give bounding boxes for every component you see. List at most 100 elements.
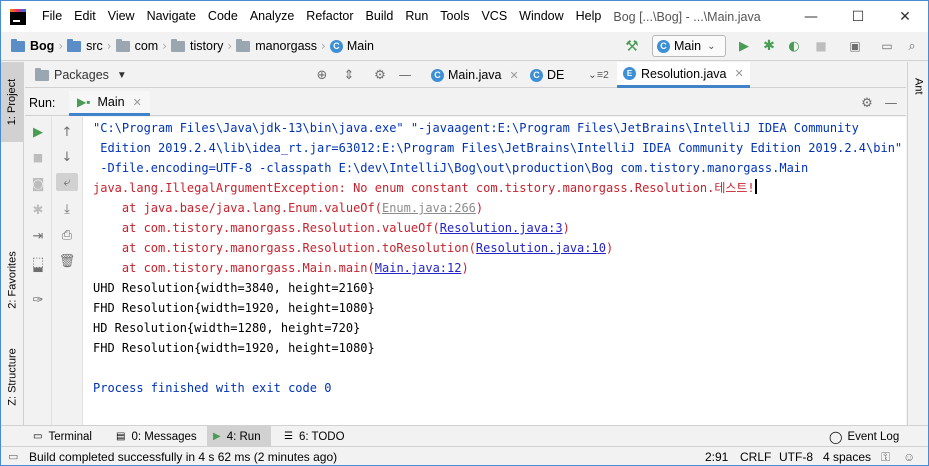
breadcrumb-bog[interactable]: Bog	[11, 38, 54, 53]
caret-position[interactable]: 2:91	[705, 447, 728, 465]
console-line: FHD Resolution{width=1920, height=1080}	[93, 301, 375, 315]
menu-tools[interactable]: Tools	[434, 1, 475, 32]
event-log-tab[interactable]: ◯ Event Log	[823, 426, 905, 447]
class-icon: C	[431, 68, 444, 82]
menu-window[interactable]: Window	[513, 1, 569, 32]
line-separator[interactable]: CRLF	[740, 447, 771, 465]
presentation-icon[interactable]: ▭	[879, 38, 895, 54]
pin-tab-icon[interactable]: ✑	[29, 291, 47, 309]
status-message[interactable]: Build completed successfully in 4 s 62 m…	[29, 447, 337, 465]
menu-bar: File Edit View Navigate Code Analyze Ref…	[1, 1, 928, 32]
build-hammer-icon[interactable]: ⚒	[624, 37, 640, 55]
menu-refactor[interactable]: Refactor	[300, 1, 359, 32]
search-everywhere-icon[interactable]: ⌕	[904, 38, 920, 54]
favorites-tool-tab[interactable]: 2: Favorites	[1, 234, 24, 326]
stack-trace-link[interactable]: Resolution.java:3	[440, 221, 563, 235]
down-arrow-icon[interactable]: ↓	[58, 148, 76, 166]
menu-help[interactable]: Help	[570, 1, 608, 32]
run-toolbar-secondary: ↑ ↓ ⤶ ⤓ ⎙ 🗑	[53, 117, 82, 425]
menu-edit[interactable]: Edit	[68, 1, 102, 32]
rerun-icon[interactable]: ▶	[29, 123, 47, 141]
stop-icon[interactable]: ■	[29, 148, 47, 166]
menu-build[interactable]: Build	[360, 1, 400, 32]
class-icon: C	[530, 68, 543, 82]
run-tab[interactable]: ▶ 4: Run	[207, 426, 271, 447]
collapse-all-icon[interactable]: ⇕	[341, 67, 357, 83]
file-encoding[interactable]: UTF-8	[779, 447, 813, 465]
messages-icon: ▤	[116, 431, 126, 442]
menu-vcs[interactable]: VCS	[475, 1, 513, 32]
event-log-icon: ◯	[829, 429, 843, 444]
tabs-overflow-button[interactable]: ⌄ ≡2	[582, 62, 615, 88]
breadcrumb-com[interactable]: com	[115, 38, 158, 53]
print-icon[interactable]: ⎙	[58, 226, 76, 244]
project-tool-tab[interactable]: 1: Project	[1, 62, 24, 142]
stack-trace-link[interactable]: Main.java:12	[375, 261, 462, 275]
minimize-button[interactable]: —	[788, 1, 834, 32]
hide-minus-icon[interactable]: —	[883, 95, 899, 111]
run-configuration-select[interactable]: C Main ⌄	[652, 35, 726, 57]
close-tab-icon[interactable]: ✕	[734, 67, 743, 80]
lock-icon[interactable]: ⚿	[881, 447, 890, 465]
terminal-tab[interactable]: ▭ Terminal	[27, 426, 98, 447]
stack-trace-link[interactable]: Enum.java:266	[382, 201, 476, 215]
console-line: UHD Resolution{width=3840, height=2160}	[93, 281, 375, 295]
restore-layout-icon[interactable]: ⇥	[29, 227, 47, 245]
stack-trace-link[interactable]: Resolution.java:10	[476, 241, 606, 255]
menu-view[interactable]: View	[102, 1, 141, 32]
project-structure-icon[interactable]: ▣	[847, 38, 863, 54]
close-tab-icon[interactable]: ✕	[133, 96, 142, 109]
coverage-bug-icon[interactable]: ✱	[29, 201, 47, 219]
menu-analyze[interactable]: Analyze	[244, 1, 300, 32]
indent-setting[interactable]: 4 spaces	[823, 447, 871, 465]
breadcrumb-manorgass[interactable]: manorgass	[236, 38, 317, 53]
run-panel-header: Run: ▶▪ Main ✕ ⚙ —	[25, 91, 906, 116]
breadcrumb-main[interactable]: C Main	[329, 39, 374, 53]
menu-code[interactable]: Code	[202, 1, 244, 32]
todo-tab[interactable]: ☰ 6: TODO	[278, 426, 351, 447]
close-tab-icon[interactable]: ✕	[510, 69, 519, 82]
packages-view-select[interactable]: Packages ▼	[29, 62, 133, 88]
menu-navigate[interactable]: Navigate	[141, 1, 202, 32]
maximize-button[interactable]: ☐	[835, 1, 881, 32]
ant-tool-tab[interactable]: Ant	[908, 66, 928, 106]
console-line: "C:\Program Files\Java\jdk-13\bin\java.e…	[93, 121, 859, 135]
bottom-tool-bar: ▭ Terminal ▤ 0: Messages ▶ 4: Run ☰ 6: T…	[1, 425, 928, 447]
breadcrumb-src[interactable]: src	[67, 38, 103, 53]
right-tool-stripe: Ant	[907, 62, 928, 425]
console-line: FHD Resolution{width=1920, height=1080}	[93, 341, 375, 355]
settings-gear-icon[interactable]: ⚙	[372, 67, 388, 83]
tab-main-java[interactable]: C Main.java ✕	[425, 62, 525, 88]
run-tab-main[interactable]: ▶▪ Main ✕	[69, 91, 150, 116]
navigation-bar: Bog › src › com › tistory › manorgass › …	[1, 32, 928, 61]
menu-file[interactable]: File	[36, 1, 68, 32]
breadcrumb-tistory[interactable]: tistory	[171, 38, 223, 53]
close-button[interactable]: ✕	[882, 1, 928, 32]
inspector-icon[interactable]: ☺	[903, 447, 915, 465]
stop-icon[interactable]: ■	[813, 38, 829, 54]
console-output[interactable]: "C:\Program Files\Java\jdk-13\bin\java.e…	[82, 117, 906, 425]
tab-de[interactable]: C DE	[524, 62, 570, 88]
trash-icon[interactable]: 🗑	[58, 252, 76, 270]
soft-wrap-icon[interactable]: ⤶	[56, 173, 78, 191]
top-panel-header: Packages ▼ ⊕ ⇕ ⚙ — C Main.java ✕ C DE ⌄ …	[25, 62, 906, 88]
chevron-right-icon: ›	[227, 39, 233, 53]
dump-threads-camera-icon[interactable]: ◙	[29, 175, 47, 193]
status-toggle-icon[interactable]: ▭	[8, 447, 18, 465]
scroll-to-end-icon[interactable]: ⤓	[58, 200, 76, 218]
settings-gear-icon[interactable]: ⚙	[859, 95, 875, 111]
chevron-right-icon: ›	[162, 39, 168, 53]
messages-tab[interactable]: ▤ 0: Messages	[110, 426, 203, 447]
run-play-icon[interactable]: ▶	[736, 38, 752, 54]
tab-resolution-java[interactable]: E Resolution.java ✕	[617, 62, 750, 88]
structure-tool-tab[interactable]: Z: Structure	[1, 330, 24, 424]
run-config-icon: ▶▪	[77, 95, 91, 109]
hide-minus-icon[interactable]: —	[397, 67, 413, 83]
locate-target-icon[interactable]: ⊕	[314, 67, 330, 83]
coverage-icon[interactable]: ◐	[786, 38, 802, 54]
up-arrow-icon[interactable]: ↑	[58, 123, 76, 141]
layout-icon[interactable]: ▬	[29, 260, 47, 278]
debug-bug-icon[interactable]: ✱	[761, 38, 777, 54]
menu-run[interactable]: Run	[399, 1, 434, 32]
console-error-line: java.lang.IllegalArgumentException: No e…	[93, 179, 757, 195]
